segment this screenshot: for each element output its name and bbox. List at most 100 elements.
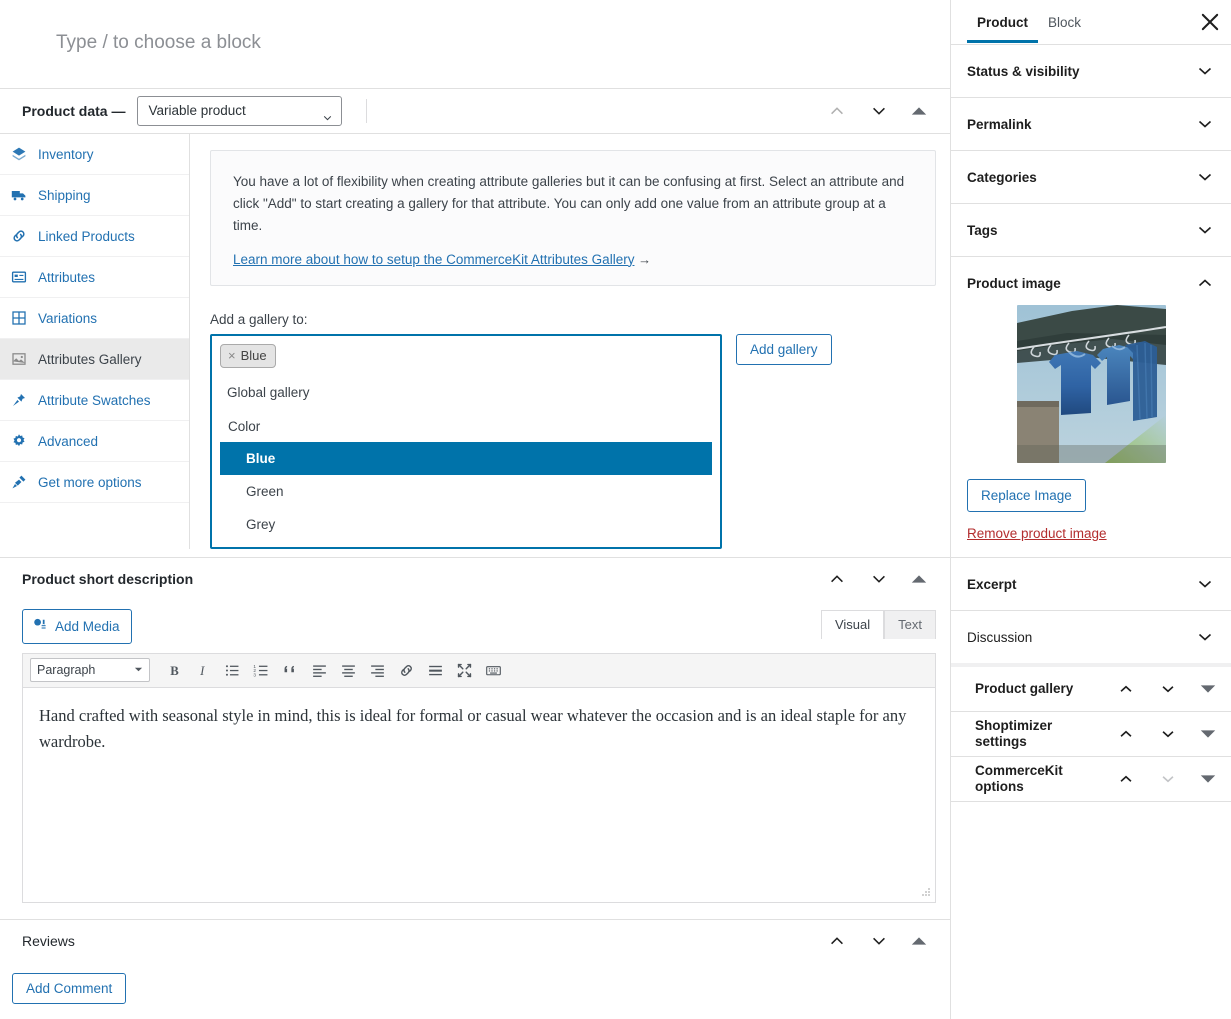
panel-discussion[interactable]: Discussion: [951, 611, 1231, 667]
panel-tags[interactable]: Tags: [951, 204, 1231, 257]
blockquote-icon[interactable]: [277, 657, 303, 683]
collapse-panel-icon[interactable]: [910, 932, 928, 950]
align-center-icon[interactable]: [335, 657, 361, 683]
product-type-select[interactable]: Variable product: [137, 96, 343, 126]
bulleted-list-icon[interactable]: [219, 657, 245, 683]
keyboard-shortcuts-icon[interactable]: [480, 657, 506, 683]
move-up-icon[interactable]: [1115, 678, 1137, 700]
panel-title: Categories: [967, 169, 1037, 185]
remove-product-image-link[interactable]: Remove product image: [967, 526, 1215, 541]
tab-attributes-gallery[interactable]: Attributes Gallery: [0, 339, 189, 380]
panel-status-visibility[interactable]: Status & visibility: [951, 45, 1231, 98]
tab-visual[interactable]: Visual: [820, 609, 885, 639]
chevron-down-icon: [1195, 167, 1215, 187]
panel-product-image[interactable]: Product image: [951, 257, 1231, 301]
move-down-icon[interactable]: [868, 100, 890, 122]
numbered-list-icon[interactable]: 123: [248, 657, 274, 683]
replace-image-button[interactable]: Replace Image: [967, 479, 1086, 512]
move-up-icon[interactable]: [1115, 723, 1137, 745]
tab-label: Linked Products: [38, 228, 135, 244]
tab-label: Inventory: [38, 146, 94, 162]
panel-excerpt[interactable]: Excerpt: [951, 558, 1231, 611]
metabox-product-gallery[interactable]: Product gallery: [951, 667, 1231, 712]
metabox-controls: [1115, 768, 1221, 790]
truck-icon: [10, 186, 28, 204]
paragraph-format-select[interactable]: Paragraph: [30, 658, 150, 683]
read-more-icon[interactable]: [422, 657, 448, 683]
tab-text[interactable]: Text: [884, 609, 936, 639]
reviews-panel-controls: [826, 930, 936, 952]
toggle-metabox-icon[interactable]: [1199, 770, 1217, 788]
tab-product[interactable]: Product: [967, 2, 1039, 43]
tab-get-more-options[interactable]: Get more options: [0, 462, 189, 503]
tab-label: Attribute Swatches: [38, 392, 151, 408]
editor-resize-handle[interactable]: [918, 885, 932, 899]
link-icon[interactable]: [393, 657, 419, 683]
option-global-gallery[interactable]: Global gallery: [220, 376, 712, 409]
move-up-icon[interactable]: [1115, 768, 1137, 790]
collapse-panel-icon[interactable]: [910, 102, 928, 120]
tab-linked-products[interactable]: Linked Products: [0, 216, 189, 257]
add-gallery-button[interactable]: Add gallery: [736, 333, 832, 365]
option-green[interactable]: Green: [220, 475, 712, 508]
product-image-thumbnail[interactable]: [1016, 305, 1166, 463]
product-data-label: Product data —: [22, 103, 126, 119]
tab-label: Shipping: [38, 187, 91, 203]
metabox-title: Product gallery: [975, 680, 1074, 696]
align-left-icon[interactable]: [306, 657, 332, 683]
tab-label: Attributes Gallery: [38, 351, 142, 367]
token-label: Blue: [240, 347, 267, 363]
inventory-icon: [10, 145, 28, 163]
product-image-body: Replace Image Remove product image: [951, 301, 1231, 558]
arrow-right-icon: →: [638, 251, 652, 267]
bold-icon[interactable]: B: [161, 657, 187, 683]
move-down-icon[interactable]: [868, 930, 890, 952]
tab-label: Advanced: [38, 433, 99, 449]
close-icon[interactable]: [1197, 9, 1223, 35]
panel-categories[interactable]: Categories: [951, 151, 1231, 204]
chevron-down-icon: [1195, 61, 1215, 81]
collapse-panel-icon[interactable]: [910, 570, 928, 588]
block-placeholder[interactable]: Type / to choose a block: [0, 0, 950, 88]
option-grey[interactable]: Grey: [220, 508, 712, 541]
tab-variations[interactable]: Variations: [0, 298, 189, 339]
metabox-commercekit-options[interactable]: CommerceKit options: [951, 757, 1231, 802]
toggle-metabox-icon[interactable]: [1199, 680, 1217, 698]
add-media-label: Add Media: [55, 618, 120, 634]
tab-advanced[interactable]: Advanced: [0, 421, 189, 462]
editor-content-area[interactable]: Hand crafted with seasonal style in mind…: [22, 687, 936, 903]
selected-token-blue[interactable]: × Blue: [220, 343, 276, 368]
move-down-icon[interactable]: [868, 568, 890, 590]
svg-text:3: 3: [253, 672, 256, 677]
learn-more-link[interactable]: Learn more about how to setup the Commer…: [233, 252, 634, 267]
move-up-icon[interactable]: [826, 568, 848, 590]
option-blue[interactable]: Blue: [220, 441, 712, 475]
panel-title: Discussion: [967, 629, 1033, 645]
move-down-icon[interactable]: [1157, 723, 1179, 745]
editor-toolbar: Paragraph B I 123: [22, 652, 936, 688]
move-up-icon[interactable]: [826, 930, 848, 952]
toggle-metabox-icon[interactable]: [1199, 725, 1217, 743]
move-up-icon[interactable]: [826, 100, 848, 122]
tab-attributes[interactable]: Attributes: [0, 257, 189, 298]
tab-shipping[interactable]: Shipping: [0, 175, 189, 216]
panel-permalink[interactable]: Permalink: [951, 98, 1231, 151]
panel-title: Permalink: [967, 116, 1032, 132]
remove-token-icon[interactable]: ×: [228, 348, 236, 363]
add-comment-button[interactable]: Add Comment: [12, 972, 127, 1004]
metabox-shoptimizer-settings[interactable]: Shoptimizer settings: [951, 712, 1231, 757]
tab-attribute-swatches[interactable]: Attribute Swatches: [0, 380, 189, 421]
tab-block[interactable]: Block: [1038, 2, 1091, 42]
italic-icon[interactable]: I: [190, 657, 216, 683]
chevron-down-icon: [1195, 220, 1215, 240]
add-media-button[interactable]: Add Media: [22, 608, 132, 644]
toolbar-divider: [366, 99, 368, 123]
chevron-down-icon: [1195, 574, 1215, 594]
move-down-icon[interactable]: [1157, 678, 1179, 700]
tab-inventory[interactable]: Inventory: [0, 134, 189, 175]
format-value: Paragraph: [37, 663, 96, 678]
align-right-icon[interactable]: [364, 657, 390, 683]
fullscreen-icon[interactable]: [451, 657, 477, 683]
gallery-attribute-select[interactable]: × Blue Global gallery Color Blue Green G…: [210, 333, 722, 549]
product-data-panel-controls: [826, 100, 936, 122]
